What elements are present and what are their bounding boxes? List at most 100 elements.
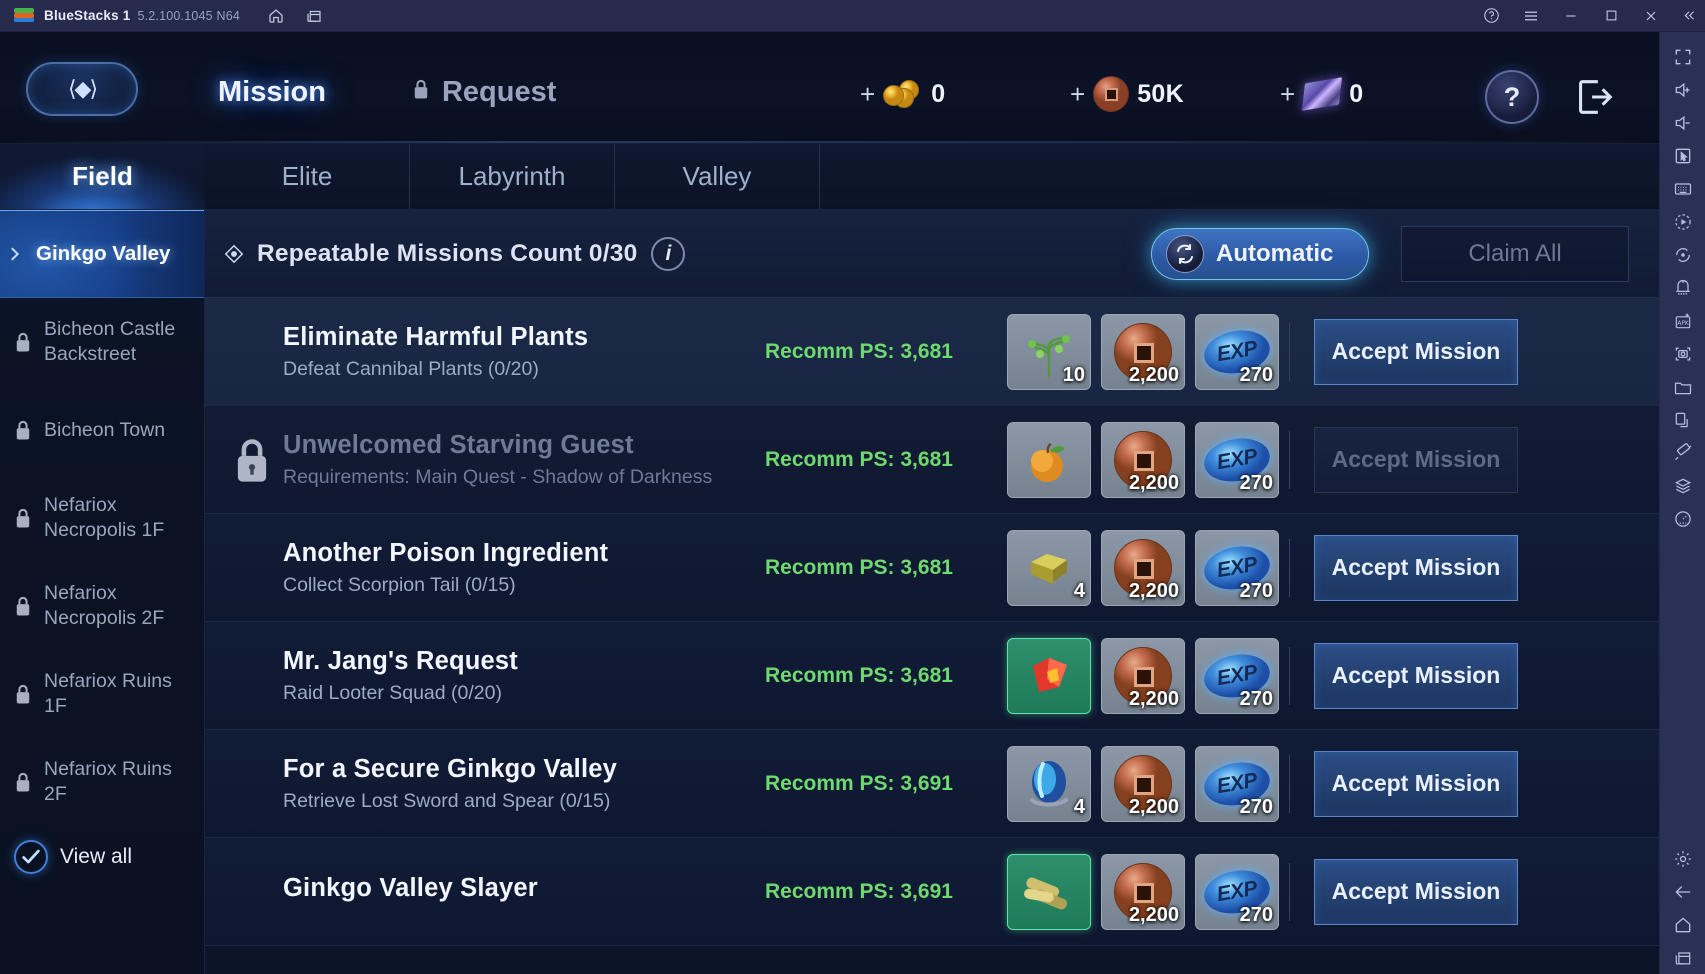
zone-item-ginkgo-valley[interactable]: Ginkgo Valley xyxy=(0,210,204,298)
currency-ingot[interactable]: + 0 xyxy=(1280,75,1490,113)
eco-mode-icon[interactable] xyxy=(1666,502,1700,535)
mission-row[interactable]: Ginkgo Valley Slayer Recomm PS: 3,691 2,… xyxy=(205,838,1659,946)
accept-mission-button[interactable]: Accept Mission xyxy=(1314,858,1518,925)
sync-rotate-icon[interactable] xyxy=(1666,238,1700,271)
reward-item[interactable]: 2,200 xyxy=(1101,421,1185,498)
app-title: BlueStacks 1 xyxy=(44,8,131,23)
reward-count: 270 xyxy=(1239,579,1273,602)
zone-item-bicheon-town[interactable]: Bicheon Town xyxy=(0,386,204,474)
app-version: 5.2.100.1045 N64 xyxy=(137,8,241,23)
reward-item[interactable]: EXP 270 xyxy=(1195,745,1279,822)
reward-count: 270 xyxy=(1239,687,1273,710)
automatic-button[interactable]: Automatic xyxy=(1151,228,1369,280)
trim-icon[interactable] xyxy=(1666,436,1700,469)
mission-row[interactable]: Unwelcomed Starving Guest Requirements: … xyxy=(205,406,1659,514)
exit-door-icon[interactable] xyxy=(1565,70,1623,124)
accept-mission-button[interactable]: Accept Mission xyxy=(1314,318,1518,385)
reward-item[interactable]: EXP 270 xyxy=(1195,853,1279,930)
volume-up-icon[interactable] xyxy=(1666,73,1700,106)
mission-row[interactable]: Another Poison Ingredient Collect Scorpi… xyxy=(205,514,1659,622)
help-circle-icon[interactable] xyxy=(1471,0,1511,32)
reward-count: 4 xyxy=(1073,579,1085,602)
game-controls-icon[interactable] xyxy=(1666,271,1700,304)
mission-subtitle: Requirements: Main Quest - Shadow of Dar… xyxy=(283,465,713,488)
fullscreen-icon[interactable] xyxy=(1666,40,1700,73)
screenshot-icon[interactable] xyxy=(1666,337,1700,370)
tab-mission[interactable]: Mission xyxy=(190,70,354,115)
accept-mission-button[interactable]: Accept Mission xyxy=(1314,426,1518,493)
accept-mission-button[interactable]: Accept Mission xyxy=(1314,534,1518,601)
reward-item[interactable]: 10 xyxy=(1007,313,1091,390)
currency-ingot-plus[interactable]: + xyxy=(1280,81,1295,107)
maximize-icon[interactable] xyxy=(1591,0,1631,32)
collapse-icon[interactable] xyxy=(1671,0,1705,32)
reward-item[interactable]: 4 xyxy=(1007,745,1091,822)
volume-down-icon[interactable] xyxy=(1666,106,1700,139)
info-button[interactable]: i xyxy=(651,236,686,271)
install-apk-icon[interactable]: APK xyxy=(1666,304,1700,337)
reward-item[interactable] xyxy=(1007,853,1091,930)
mission-row[interactable]: For a Secure Ginkgo Valley Retrieve Lost… xyxy=(205,730,1659,838)
mission-row[interactable]: Mr. Jang's Request Raid Looter Squad (0/… xyxy=(205,622,1659,730)
media-folder-icon[interactable] xyxy=(1666,370,1700,403)
view-all-toggle[interactable]: View all xyxy=(0,830,204,884)
close-icon[interactable] xyxy=(1631,0,1671,32)
currency-gold[interactable]: + 0 xyxy=(860,77,1070,111)
zone-tab-field-label: Field xyxy=(72,161,133,191)
reward-item[interactable]: 2,200 xyxy=(1101,529,1185,606)
settings-gear-icon[interactable] xyxy=(1666,842,1700,875)
reward-item[interactable]: EXP 270 xyxy=(1195,421,1279,498)
lock-icon xyxy=(410,76,432,109)
reward-item[interactable] xyxy=(1007,637,1091,714)
mission-title: Ginkgo Valley Slayer xyxy=(283,874,538,902)
macro-record-icon[interactable] xyxy=(1666,205,1700,238)
accept-mission-button[interactable]: Accept Mission xyxy=(1314,642,1518,709)
hamburger-menu-icon[interactable] xyxy=(1511,0,1551,32)
reward-item[interactable]: EXP 270 xyxy=(1195,313,1279,390)
reward-item[interactable]: EXP 270 xyxy=(1195,637,1279,714)
claim-all-button[interactable]: Claim All xyxy=(1401,226,1629,282)
zone-item-label: Bicheon Town xyxy=(44,418,166,441)
currency-bar: + 0 + 50K + 0 xyxy=(860,75,1490,113)
reward-count: 2,200 xyxy=(1128,903,1179,926)
zone-tab-field[interactable]: Field xyxy=(0,144,205,209)
zone-tab-labyrinth[interactable]: Labyrinth xyxy=(410,144,615,209)
reward-item[interactable]: 2,200 xyxy=(1101,637,1185,714)
recents-icon[interactable] xyxy=(1666,941,1700,974)
mission-recomm-ps: Recomm PS: 3,691 xyxy=(765,879,953,903)
home-icon[interactable] xyxy=(1666,908,1700,941)
guild-emblem-icon: ⟨◆⟩ xyxy=(22,60,142,118)
reward-item[interactable]: 2,200 xyxy=(1101,313,1185,390)
reward-item[interactable] xyxy=(1007,421,1091,498)
mission-row[interactable]: Eliminate Harmful Plants Defeat Cannibal… xyxy=(205,298,1659,406)
reward-item[interactable]: 2,200 xyxy=(1101,853,1185,930)
reward-count: 2,200 xyxy=(1128,471,1179,494)
multi-instance-icon[interactable] xyxy=(1666,403,1700,436)
orange-fruit-icon xyxy=(1008,423,1090,497)
zone-item-bicheon-castle-backstreet[interactable]: Bicheon Castle Backstreet xyxy=(0,298,204,386)
back-arrow-icon[interactable] xyxy=(1666,875,1700,908)
currency-copper-plus[interactable]: + xyxy=(1070,81,1085,107)
tab-request[interactable]: Request xyxy=(388,72,578,113)
multi-window-icon[interactable] xyxy=(304,6,324,26)
accept-mission-button[interactable]: Accept Mission xyxy=(1314,750,1518,817)
help-button[interactable]: ? xyxy=(1485,70,1539,124)
minimize-icon[interactable] xyxy=(1551,0,1591,32)
zone-item-nefariox-ruins-2f[interactable]: Nefariox Ruins 2F xyxy=(0,738,204,826)
zone-item-nefariox-necropolis-2f[interactable]: Nefariox Necropolis 2F xyxy=(0,562,204,650)
pointer-icon[interactable] xyxy=(1666,139,1700,172)
layers-icon[interactable] xyxy=(1666,469,1700,502)
zone-tab-elite[interactable]: Elite xyxy=(205,144,410,209)
zone-tab-valley[interactable]: Valley xyxy=(615,144,820,209)
zone-item-nefariox-necropolis-1f[interactable]: Nefariox Necropolis 1F xyxy=(0,474,204,562)
keyboard-icon[interactable] xyxy=(1666,172,1700,205)
mission-rewards: 4 2,200 EXP 270 xyxy=(1007,529,1279,606)
mission-list: Eliminate Harmful Plants Defeat Cannibal… xyxy=(205,298,1659,974)
zone-item-nefariox-ruins-1f[interactable]: Nefariox Ruins 1F xyxy=(0,650,204,738)
reward-item[interactable]: 4 xyxy=(1007,529,1091,606)
reward-item[interactable]: 2,200 xyxy=(1101,745,1185,822)
reward-item[interactable]: EXP 270 xyxy=(1195,529,1279,606)
currency-copper[interactable]: + 50K xyxy=(1070,76,1280,112)
home-icon[interactable] xyxy=(266,6,286,26)
currency-gold-plus[interactable]: + xyxy=(860,81,875,107)
